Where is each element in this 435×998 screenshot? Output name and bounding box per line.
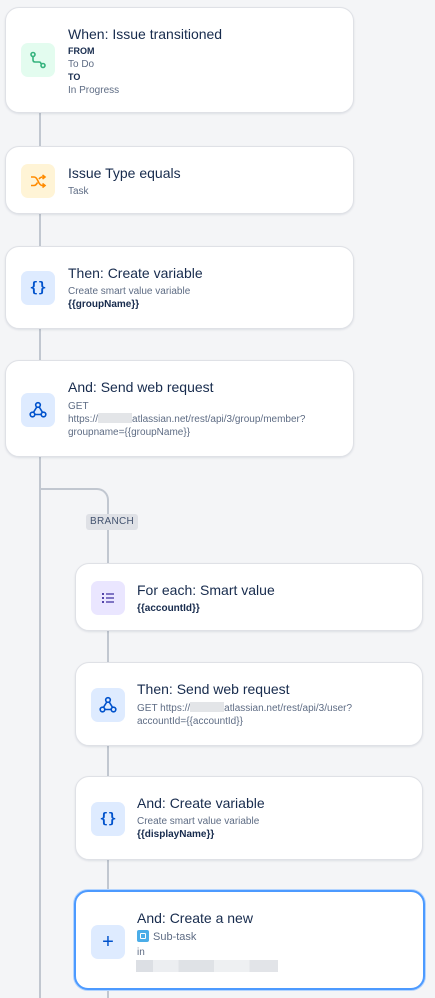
condition-card[interactable]: Issue Type equals Task bbox=[5, 146, 354, 214]
action-icon-box bbox=[91, 688, 125, 722]
trigger-card[interactable]: When: Issue transitioned FROM To Do TO I… bbox=[5, 7, 354, 113]
redacted-domain bbox=[98, 413, 133, 423]
variable-name: {{groupName}} bbox=[68, 299, 140, 310]
action-description: Create smart value variable bbox=[68, 286, 191, 297]
connector-line bbox=[107, 630, 109, 663]
issue-type: Sub-task bbox=[137, 930, 196, 944]
request-details: GET https://atlassian.net/rest/api/3/gro… bbox=[68, 400, 305, 439]
connector-line bbox=[39, 213, 41, 247]
request-query: groupname={{groupName}} bbox=[68, 427, 191, 438]
webhook-icon bbox=[28, 400, 48, 420]
action-title: Then: Create variable bbox=[68, 265, 203, 281]
branch-arrow-icon bbox=[29, 51, 47, 69]
branch-label: BRANCH bbox=[86, 514, 139, 530]
connector-line bbox=[39, 328, 41, 361]
redacted-domain bbox=[190, 702, 225, 712]
from-value: To Do bbox=[68, 59, 95, 70]
connector-line bbox=[39, 113, 41, 147]
variable-name: {{displayName}} bbox=[137, 829, 215, 840]
for-each-card[interactable]: For each: Smart value {{accountId}} bbox=[75, 563, 423, 631]
action-icon-box: {} bbox=[91, 802, 125, 836]
condition-icon-box bbox=[21, 164, 55, 198]
action-icon-box: {} bbox=[21, 271, 55, 305]
webhook-icon bbox=[98, 695, 118, 715]
for-each-value: {{accountId}} bbox=[137, 603, 200, 614]
from-key: FROM bbox=[68, 46, 95, 56]
connector-line bbox=[107, 859, 109, 891]
web-request-card[interactable]: Then: Send web request GET https://atlas… bbox=[75, 662, 423, 746]
request-url: https://atlassian.net/rest/api/3/group/m… bbox=[68, 413, 306, 425]
branch-icon-box bbox=[91, 581, 125, 615]
action-icon-box: + bbox=[91, 925, 125, 959]
create-variable-card[interactable]: {} Then: Create variable Create smart va… bbox=[5, 246, 354, 329]
action-details: Create smart value variable {{groupName}… bbox=[68, 285, 190, 311]
trigger-icon-box bbox=[21, 43, 55, 77]
connector-line bbox=[39, 456, 41, 998]
trigger-title: When: Issue transitioned bbox=[68, 26, 223, 42]
to-value: In Progress bbox=[68, 85, 120, 96]
connector-line bbox=[107, 745, 109, 777]
action-title: Then: Send web request bbox=[137, 681, 290, 697]
issue-type-label: Sub-task bbox=[153, 931, 197, 943]
condition-title: Issue Type equals bbox=[68, 165, 181, 181]
request-method: GET bbox=[68, 401, 89, 412]
for-each-title: For each: Smart value bbox=[137, 582, 275, 598]
web-request-card[interactable]: And: Send web request GET https://atlass… bbox=[5, 360, 354, 457]
request-url: GET https://atlassian.net/rest/api/3/use… bbox=[137, 702, 353, 714]
create-variable-card[interactable]: {} And: Create variable Create smart val… bbox=[75, 776, 423, 860]
request-details: GET https://atlassian.net/rest/api/3/use… bbox=[137, 702, 352, 728]
list-icon bbox=[100, 590, 116, 606]
connector-line bbox=[107, 530, 109, 564]
trigger-details: FROM To Do TO In Progress bbox=[68, 45, 119, 97]
connector-line bbox=[107, 990, 109, 998]
plus-icon: + bbox=[102, 931, 114, 953]
curly-braces-icon: {} bbox=[29, 280, 47, 296]
action-description: Create smart value variable bbox=[137, 816, 260, 827]
create-issue-card[interactable]: + And: Create a new Sub-task in bbox=[74, 890, 425, 990]
subtask-icon bbox=[137, 930, 149, 942]
action-title: And: Create a new bbox=[137, 910, 253, 926]
action-title: And: Create variable bbox=[137, 795, 265, 811]
shuffle-icon bbox=[29, 172, 47, 190]
curly-braces-icon: {} bbox=[99, 811, 117, 827]
action-details: Create smart value variable {{displayNam… bbox=[137, 815, 259, 841]
condition-value: Task bbox=[68, 186, 89, 197]
redacted-project bbox=[136, 960, 278, 972]
action-icon-box bbox=[21, 393, 55, 427]
project-in-label: in bbox=[137, 947, 145, 958]
request-query: accountId={{accountId}} bbox=[137, 716, 243, 727]
action-title: And: Send web request bbox=[68, 379, 214, 395]
to-key: TO bbox=[68, 72, 81, 82]
